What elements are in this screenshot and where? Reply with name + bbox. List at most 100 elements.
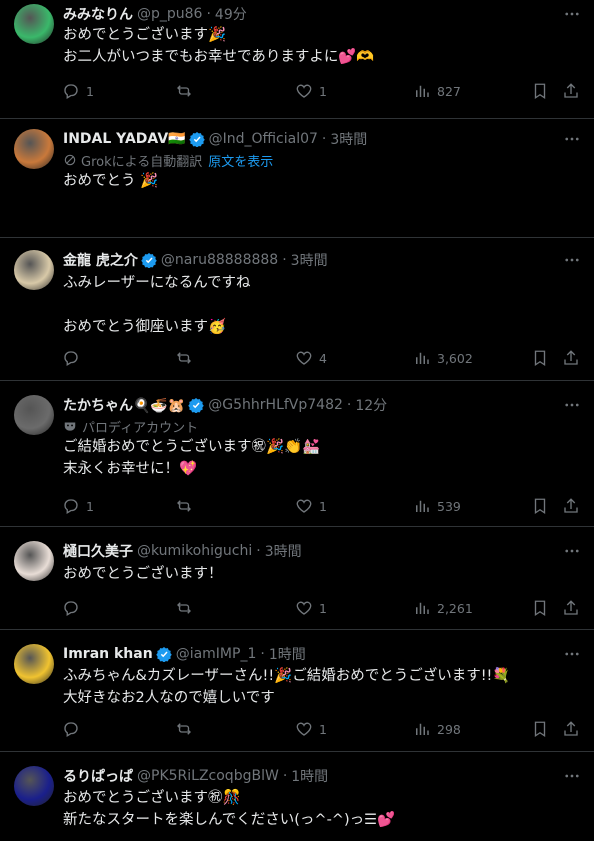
reply-button[interactable]: 1	[62, 494, 94, 518]
timestamp[interactable]: 1時間	[269, 644, 306, 664]
share-button[interactable]	[562, 79, 580, 103]
tweet[interactable]: たかちゃん🍳🍜🐹 @G5hhrHLfVp7482 · 12分パロディアカウント ご結婚お…	[0, 381, 594, 527]
more-options-icon[interactable]	[562, 541, 582, 561]
display-name[interactable]: みみなりん	[63, 4, 133, 24]
like-count: 1	[319, 83, 327, 99]
more-options-icon[interactable]	[562, 4, 582, 24]
timestamp[interactable]: 49分	[215, 4, 247, 24]
verified-badge-icon[interactable]	[188, 131, 205, 148]
like-button[interactable]: 4	[295, 346, 327, 370]
more-options-icon[interactable]	[562, 644, 582, 664]
views-button[interactable]: 827	[413, 79, 461, 103]
share-button[interactable]	[562, 494, 580, 518]
tweet-text-line: おめでとうございます㊗🎊	[63, 790, 241, 806]
more-options-icon[interactable]	[562, 129, 582, 149]
tweet[interactable]: るりぱっぱ @PK5RiLZcoqbgBlW · 1時間 おめでとうございます㊗🎊 新たな…	[0, 752, 594, 841]
timestamp[interactable]: 3時間	[265, 541, 302, 561]
retweet-button[interactable]	[175, 346, 199, 370]
tweet-header: 金龍 虎之介 @naru88888888 · 3時間	[63, 250, 328, 270]
bookmark-button[interactable]	[531, 717, 549, 741]
tweet-text-line: おめでとう 🎉	[63, 173, 159, 189]
reply-button[interactable]	[62, 717, 86, 741]
share-button[interactable]	[562, 596, 580, 620]
separator-dot: ·	[346, 397, 352, 413]
like-count: 1	[319, 600, 327, 616]
share-button[interactable]	[562, 717, 580, 741]
user-handle[interactable]: @kumikohiguchi	[137, 543, 252, 559]
avatar[interactable]	[14, 644, 54, 684]
reply-button[interactable]: 1	[62, 79, 94, 103]
bookmark-icon	[531, 599, 549, 617]
user-handle[interactable]: @p_pu86	[137, 6, 202, 22]
user-handle[interactable]: @iamIMP_1	[176, 646, 257, 662]
user-handle[interactable]: @G5hhrHLfVp7482	[208, 397, 343, 413]
retweet-button[interactable]	[175, 79, 199, 103]
more-options-icon[interactable]	[562, 395, 582, 415]
share-icon	[562, 497, 580, 515]
reply-button[interactable]	[62, 346, 86, 370]
user-handle[interactable]: @naru88888888	[161, 252, 278, 268]
retweet-button[interactable]	[175, 596, 199, 620]
timestamp[interactable]: 12分	[355, 395, 387, 415]
reply-count: 1	[86, 498, 94, 514]
like-button[interactable]: 1	[295, 494, 327, 518]
display-name[interactable]: INDAL YADAV🇮🇳	[63, 131, 186, 147]
tweet[interactable]: 金龍 虎之介 @naru88888888 · 3時間 ふみレーザーになるんですね おめでと…	[0, 238, 594, 381]
avatar[interactable]	[14, 395, 54, 435]
parody-label: パロディアカウント	[63, 417, 198, 436]
like-count: 1	[319, 498, 327, 514]
avatar[interactable]	[14, 541, 54, 581]
verified-badge-icon[interactable]	[188, 397, 205, 414]
show-original-link[interactable]: 原文を表示	[208, 151, 273, 170]
tweet[interactable]: Imran khan @iamIMP_1 · 1時間 ふみちゃん&カズレーザーさん!!🎉…	[0, 630, 594, 752]
reply-icon	[62, 497, 80, 515]
tweet[interactable]: 樋口久美子 @kumikohiguchi · 3時間 おめでとうございます！ 1 2,261	[0, 527, 594, 630]
like-button[interactable]: 1	[295, 717, 327, 741]
verified-badge-icon[interactable]	[141, 252, 157, 269]
share-button[interactable]	[562, 346, 580, 370]
reply-button[interactable]	[62, 596, 86, 620]
separator-dot: ·	[260, 646, 265, 662]
user-handle[interactable]: @PK5RiLZcoqbgBlW	[137, 768, 279, 784]
user-handle[interactable]: @Ind_Official07	[209, 131, 318, 147]
like-button[interactable]: 1	[295, 79, 327, 103]
translation-note: Grokによる自動翻訳 原文を表示	[63, 151, 273, 170]
views-button[interactable]: 3,602	[413, 346, 473, 370]
views-count: 827	[437, 83, 461, 99]
display-name[interactable]: るりぱっぱ	[63, 766, 133, 786]
display-name[interactable]: たかちゃん🍳🍜🐹	[63, 395, 185, 415]
timestamp[interactable]: 3時間	[291, 250, 328, 270]
timestamp[interactable]: 1時間	[291, 766, 328, 786]
views-button[interactable]: 298	[413, 717, 461, 741]
retweet-icon	[175, 82, 193, 100]
tweet[interactable]: みみなりん @p_pu86 · 49分 おめでとうございます🎉 お二人がいつまでもお幸せで…	[0, 0, 594, 119]
more-options-icon[interactable]	[562, 766, 582, 786]
views-icon	[413, 599, 431, 617]
avatar[interactable]	[14, 766, 54, 806]
reply-icon	[62, 349, 80, 367]
tweet[interactable]: INDAL YADAV🇮🇳 @Ind_Official07 · 3時間 Grokによる自…	[0, 119, 594, 238]
views-button[interactable]: 2,261	[413, 596, 473, 620]
bookmark-button[interactable]	[531, 79, 549, 103]
tweet-text: おめでとうございます㊗🎊 新たなスタートを楽しんでください(っ^-^)っ☰💕	[63, 787, 395, 831]
bookmark-button[interactable]	[531, 346, 549, 370]
tweet-text: おめでとうございます🎉 お二人がいつまでもお幸せでありますよに💕🫶	[63, 24, 374, 68]
bookmark-button[interactable]	[531, 494, 549, 518]
avatar[interactable]	[14, 250, 54, 290]
views-count: 539	[437, 498, 461, 514]
display-name[interactable]: Imran khan	[63, 646, 153, 662]
like-icon	[295, 349, 313, 367]
bookmark-button[interactable]	[531, 596, 549, 620]
retweet-button[interactable]	[175, 494, 199, 518]
tweet-text: ご結婚おめでとうございます㊗🎉👏💒 末永くお幸せに！💖	[63, 436, 320, 480]
avatar[interactable]	[14, 4, 54, 44]
views-button[interactable]: 539	[413, 494, 461, 518]
display-name[interactable]: 金龍 虎之介	[63, 250, 138, 270]
retweet-button[interactable]	[175, 717, 199, 741]
display-name[interactable]: 樋口久美子	[63, 541, 133, 561]
verified-badge-icon[interactable]	[155, 646, 172, 663]
more-options-icon[interactable]	[562, 250, 582, 270]
like-button[interactable]: 1	[295, 596, 327, 620]
avatar[interactable]	[14, 129, 54, 169]
timestamp[interactable]: 3時間	[330, 129, 367, 149]
